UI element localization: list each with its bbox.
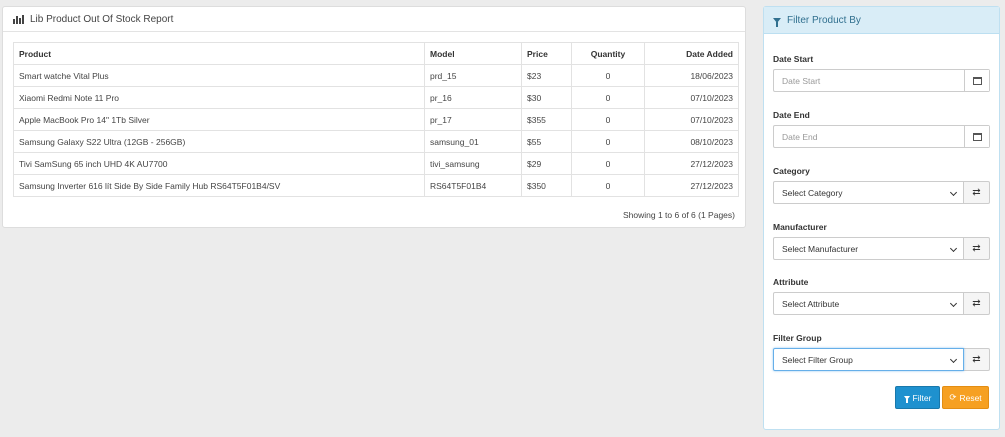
cell-price: $55 (521, 130, 572, 153)
cell-product: Samsung Galaxy S22 Ultra (12GB - 256GB) (13, 130, 425, 153)
cell-product: Samsung Inverter 616 lít Side By Side Fa… (13, 174, 425, 197)
refresh-icon: ⟳ (949, 392, 957, 402)
reset-button-label: Reset (959, 392, 982, 403)
cell-quantity: 0 (571, 108, 645, 131)
cell-product: Smart watche Vital Plus (13, 64, 425, 87)
date-end-input[interactable]: Date End (774, 126, 964, 147)
category-toggle-button[interactable]: ⇄ (964, 181, 990, 204)
cell-quantity: 0 (571, 152, 645, 175)
filter-group-toggle-button[interactable]: ⇄ (964, 348, 990, 371)
cell-date-added: 08/10/2023 (644, 130, 739, 153)
filter-button-label: Filter (912, 392, 932, 403)
cell-quantity: 0 (571, 174, 645, 197)
cell-model: pr_16 (424, 86, 522, 109)
cell-model: RS64T5F01B4 (424, 174, 522, 197)
table-row: Samsung Galaxy S22 Ultra (12GB - 256GB) … (13, 130, 739, 153)
cell-price: $29 (521, 152, 572, 175)
calendar-icon (972, 132, 982, 141)
cell-model: pr_17 (424, 108, 522, 131)
filter-group-select[interactable]: Select Filter Group (773, 348, 964, 371)
chevron-down-icon (949, 299, 958, 308)
filter-actions: Filter ⟳ Reset (895, 386, 989, 409)
date-start-label: Date Start (773, 54, 814, 64)
swap-arrows-icon: ⇄ (972, 187, 981, 198)
cell-quantity: 0 (571, 86, 645, 109)
cell-price: $30 (521, 86, 572, 109)
category-select-value: Select Category (782, 187, 843, 198)
report-header: Lib Product Out Of Stock Report (3, 7, 745, 32)
cell-date-added: 07/10/2023 (644, 108, 739, 131)
calendar-icon (972, 76, 982, 85)
cell-quantity: 0 (571, 130, 645, 153)
cell-model: tivi_samsung (424, 152, 522, 175)
cell-date-added: 27/12/2023 (644, 152, 739, 175)
filter-panel-title: Filter Product By (787, 14, 861, 26)
attribute-toggle-button[interactable]: ⇄ (964, 292, 990, 315)
bar-chart-icon (13, 14, 24, 24)
cell-price: $350 (521, 174, 572, 197)
cell-date-added: 27/12/2023 (644, 174, 739, 197)
date-start-calendar-button[interactable] (964, 70, 989, 91)
filter-panel: Filter Product By Date Start Date Start … (763, 6, 1000, 430)
swap-arrows-icon: ⇄ (972, 354, 981, 365)
cell-product: Apple MacBook Pro 14" 1Tb Silver (13, 108, 425, 131)
date-start-group: Date Start Date Start (773, 54, 990, 92)
category-select[interactable]: Select Category (773, 181, 964, 204)
date-start-field[interactable]: Date Start (773, 69, 990, 92)
cell-product: Xiaomi Redmi Note 11 Pro (13, 86, 425, 109)
attribute-select-value: Select Attribute (782, 298, 840, 309)
table-row: Samsung Inverter 616 lít Side By Side Fa… (13, 174, 739, 197)
reset-button[interactable]: ⟳ Reset (942, 386, 989, 409)
cell-quantity: 0 (571, 64, 645, 87)
filter-icon (903, 395, 910, 403)
column-header-product: Product (13, 42, 425, 65)
cell-date-added: 18/06/2023 (644, 64, 739, 87)
report-title: Lib Product Out Of Stock Report (30, 13, 174, 25)
date-end-label: Date End (773, 110, 810, 120)
manufacturer-group: Manufacturer Select Manufacturer ⇄ (773, 222, 990, 260)
filter-group-group: Filter Group Select Filter Group ⇄ (773, 333, 990, 371)
cell-price: $23 (521, 64, 572, 87)
attribute-select[interactable]: Select Attribute (773, 292, 964, 315)
table-row: Smart watche Vital Plus prd_15 $23 0 18/… (13, 64, 739, 87)
manufacturer-select-value: Select Manufacturer (782, 243, 859, 254)
table-row: Xiaomi Redmi Note 11 Pro pr_16 $30 0 07/… (13, 86, 739, 109)
date-end-field[interactable]: Date End (773, 125, 990, 148)
column-header-price: Price (521, 42, 572, 65)
filter-panel-header: Filter Product By (764, 7, 999, 34)
column-header-date-added: Date Added (644, 42, 739, 65)
date-end-group: Date End Date End (773, 110, 990, 148)
cell-model: prd_15 (424, 64, 522, 87)
cell-date-added: 07/10/2023 (644, 86, 739, 109)
attribute-group: Attribute Select Attribute ⇄ (773, 277, 990, 315)
date-start-input[interactable]: Date Start (774, 70, 964, 91)
category-label: Category (773, 166, 810, 176)
manufacturer-select[interactable]: Select Manufacturer (773, 237, 964, 260)
chevron-down-icon (949, 244, 958, 253)
date-end-calendar-button[interactable] (964, 126, 989, 147)
manufacturer-label: Manufacturer (773, 222, 827, 232)
table-row: Apple MacBook Pro 14" 1Tb Silver pr_17 $… (13, 108, 739, 131)
table-header-row: Product Model Price Quantity Date Added (13, 42, 739, 65)
category-group: Category Select Category ⇄ (773, 166, 990, 204)
filter-group-label: Filter Group (773, 333, 822, 343)
manufacturer-toggle-button[interactable]: ⇄ (964, 237, 990, 260)
pagination-info: Showing 1 to 6 of 6 (1 Pages) (623, 210, 735, 220)
swap-arrows-icon: ⇄ (972, 243, 981, 254)
filter-icon (773, 17, 781, 27)
column-header-model: Model (424, 42, 522, 65)
cell-product: Tivi SamSung 65 inch UHD 4K AU7700 (13, 152, 425, 175)
chevron-down-icon (949, 188, 958, 197)
report-table: Product Model Price Quantity Date Added … (13, 42, 739, 197)
swap-arrows-icon: ⇄ (972, 298, 981, 309)
cell-price: $355 (521, 108, 572, 131)
column-header-quantity: Quantity (571, 42, 645, 65)
filter-button[interactable]: Filter (895, 386, 940, 409)
cell-model: samsung_01 (424, 130, 522, 153)
filter-group-select-value: Select Filter Group (782, 354, 853, 365)
chevron-down-icon (949, 355, 958, 364)
table-row: Tivi SamSung 65 inch UHD 4K AU7700 tivi_… (13, 152, 739, 175)
attribute-label: Attribute (773, 277, 809, 287)
report-panel: Lib Product Out Of Stock Report Product … (2, 6, 746, 228)
